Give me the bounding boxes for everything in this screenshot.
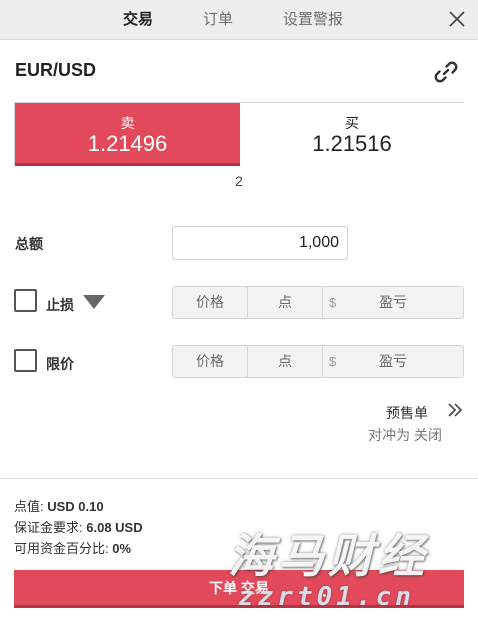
double-chevron-right-icon[interactable] [446, 401, 464, 419]
quote-box: 卖 1.21496 买 1.21516 [14, 102, 464, 166]
pip-value: USD 0.10 [47, 499, 104, 514]
amount-label: 总额 [15, 236, 43, 252]
limit-points-field[interactable]: 点 [248, 346, 323, 377]
limit-checkbox[interactable] [14, 349, 37, 372]
buy-price: 1.21516 [312, 131, 392, 156]
stop-loss-price-field[interactable]: 价格 [173, 287, 248, 318]
tab-set-alert[interactable]: 设置警报 [268, 0, 358, 40]
stop-loss-type-dropdown-icon[interactable] [83, 295, 105, 309]
stop-loss-label: 止损 [46, 297, 74, 313]
stop-loss-checkbox[interactable] [14, 289, 37, 312]
hedge-status: 对冲为 关闭 [368, 427, 442, 443]
pre-order-link[interactable]: 预售单 [386, 403, 428, 423]
close-icon[interactable] [446, 8, 468, 30]
buy-button[interactable]: 买 1.21516 [240, 103, 464, 166]
sell-label: 卖 [120, 115, 135, 131]
spread-value: 2 [235, 173, 243, 189]
buy-label: 买 [345, 115, 359, 131]
pip-value-label: 点值: [14, 499, 44, 514]
tab-bar: 交易 订单 设置警报 [0, 0, 478, 40]
margin-value: 6.08 USD [86, 520, 143, 535]
stop-loss-pnl-placeholder: 盈亏 [379, 294, 407, 310]
tab-orders[interactable]: 订单 [188, 0, 248, 40]
stop-loss-points-field[interactable]: 点 [248, 287, 323, 318]
sell-button[interactable]: 卖 1.21496 [15, 103, 240, 166]
instrument-symbol: EUR/USD [15, 60, 97, 80]
amount-input[interactable] [172, 226, 348, 260]
available-pct-row: 可用资金百分比: 0% [14, 538, 131, 557]
stop-loss-pnl-field[interactable]: $ 盈亏 [323, 287, 463, 318]
divider [0, 478, 478, 479]
limit-fields: 价格 点 $ 盈亏 [172, 345, 464, 378]
limit-price-field[interactable]: 价格 [173, 346, 248, 377]
link-icon[interactable] [432, 58, 460, 86]
pip-value-row: 点值: USD 0.10 [14, 496, 104, 515]
dollar-sign: $ [329, 295, 337, 310]
limit-pnl-field[interactable]: $ 盈亏 [323, 346, 463, 377]
limit-pnl-placeholder: 盈亏 [379, 353, 407, 369]
available-pct-value: 0% [112, 541, 132, 556]
dollar-sign: $ [329, 354, 337, 369]
stop-loss-fields: 价格 点 $ 盈亏 [172, 286, 464, 319]
place-order-button[interactable]: 下单 交易 [14, 570, 464, 608]
limit-label: 限价 [46, 356, 74, 372]
margin-label: 保证金要求: [14, 520, 83, 535]
sell-price: 1.21496 [87, 131, 168, 156]
margin-row: 保证金要求: 6.08 USD [14, 517, 143, 536]
available-pct-label: 可用资金百分比: [14, 541, 109, 556]
tab-trade[interactable]: 交易 [108, 0, 168, 40]
